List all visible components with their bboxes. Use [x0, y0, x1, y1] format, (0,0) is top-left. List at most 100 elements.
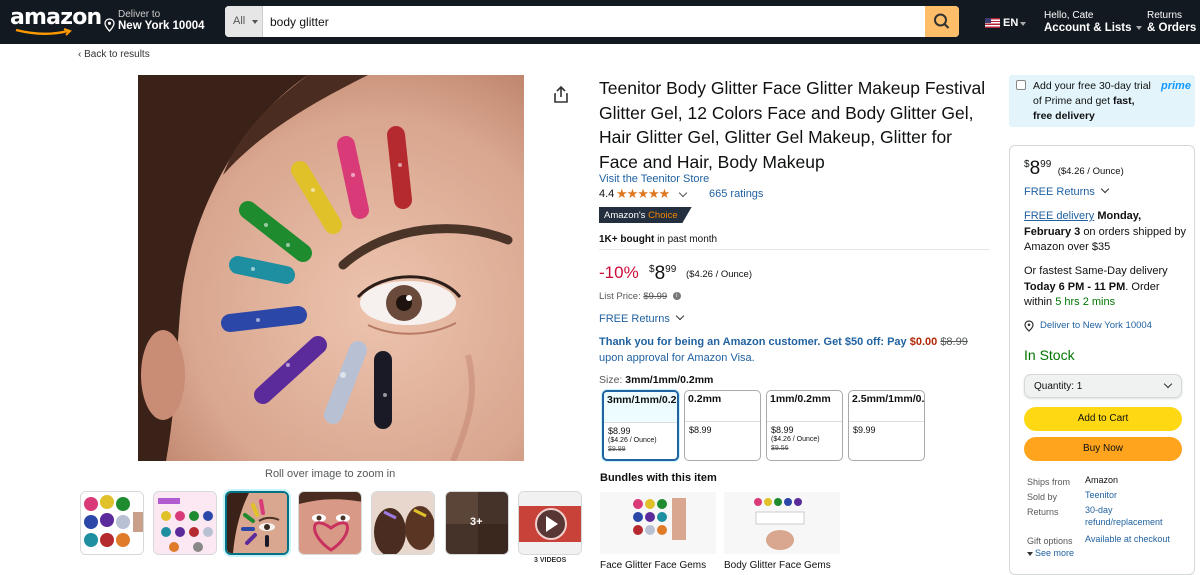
bundle-1-image	[600, 492, 716, 554]
fastest-delivery-label: Or fastest Same-Day delivery	[1024, 265, 1168, 277]
thumbnail-4[interactable]	[298, 491, 362, 555]
size-option-3mm-1mm-0-2mm[interactable]: 3mm/1mm/0.2mm $8.99 ($4.26 / Ounce) $9.9…	[602, 390, 679, 461]
gift-options-link[interactable]: Available at checkout	[1085, 533, 1185, 545]
returns-label: Returns	[1147, 10, 1183, 21]
us-flag-icon	[985, 18, 1000, 28]
account-lists-row: Account & Lists	[1044, 22, 1142, 34]
videos-count-label: 3 VIDEOS	[534, 557, 567, 564]
free-delivery-link[interactable]: FREE delivery	[1024, 210, 1094, 222]
bundle-card-1[interactable]	[600, 492, 716, 554]
bundle-1-caption[interactable]: Face Glitter Face Gems	[600, 560, 706, 571]
unit-price: ($4.26 / Ounce)	[686, 269, 753, 280]
size-option-1mm-0-2mm[interactable]: 1mm/0.2mm $8.99 ($4.26 / Ounce) $9.56	[766, 390, 843, 461]
caret-down-icon	[1020, 22, 1026, 26]
chevron-down-icon	[675, 311, 685, 321]
thumbnail-3-selected[interactable]	[225, 491, 289, 555]
size-option-price: $9.99	[853, 425, 876, 435]
search-input[interactable]	[263, 6, 923, 37]
search-category-dropdown[interactable]: All	[225, 6, 263, 37]
amazon-logo[interactable]: amazon	[10, 5, 102, 37]
top-nav-bar: amazon Deliver to New York 10004 All EN	[0, 0, 1200, 44]
bundle-card-2[interactable]	[724, 492, 840, 554]
sold-by-label: Sold by	[1027, 492, 1058, 502]
search-category-label: All	[233, 15, 246, 27]
promo-text-1: Thank you for being an Amazon customer. …	[599, 336, 907, 348]
prime-trial-checkbox[interactable]	[1016, 80, 1026, 90]
language-label: EN	[1003, 17, 1019, 29]
account-and-lists[interactable]: Hello, Cate Account & Lists	[1044, 10, 1142, 34]
size-label: Size: 3mm/1mm/0.2mm	[599, 374, 713, 386]
video-thumbnail[interactable]	[518, 491, 582, 555]
size-selected-value: 3mm/1mm/0.2mm	[625, 374, 714, 386]
order-countdown: 5 hrs 2 mins	[1055, 296, 1116, 308]
buybox-free-returns-label: FREE Returns	[1024, 186, 1095, 198]
info-icon[interactable]: i	[672, 292, 681, 301]
badge-choice: Choice	[648, 210, 678, 221]
thumbnail-2[interactable]	[153, 491, 217, 555]
share-icon[interactable]	[553, 86, 569, 104]
zoom-hint-text: Roll over image to zoom in	[265, 468, 396, 480]
buy-now-button[interactable]: Buy Now	[1024, 437, 1182, 461]
size-option-name: 3mm/1mm/0.2mm	[604, 392, 677, 423]
location-pin-icon	[104, 18, 115, 32]
search-button[interactable]	[925, 6, 959, 37]
buy-box: $899 ($4.26 / Ounce) FREE Returns FREE d…	[1009, 145, 1195, 575]
bought-in-past-month: 1K+ bought in past month	[599, 234, 717, 245]
quantity-dropdown[interactable]: Quantity: 1	[1024, 374, 1182, 398]
ratings-count-link[interactable]: 665 ratings	[709, 188, 763, 200]
size-option-strike: $9.56	[771, 445, 789, 452]
sold-by-link[interactable]: Teenitor	[1085, 489, 1185, 501]
fastest-delivery-info: Or fastest Same-Day delivery Today 6 PM …	[1024, 264, 1189, 311]
chevron-down-icon	[1100, 184, 1110, 194]
bundles-heading: Bundles with this item	[600, 472, 717, 484]
add-to-cart-button[interactable]: Add to Cart	[1024, 407, 1182, 431]
badge-prefix: Amazon's	[604, 210, 646, 221]
returns-and-orders[interactable]: Returns & Orders	[1147, 10, 1196, 34]
size-option-unit: ($4.26 / Ounce)	[608, 437, 657, 444]
thumbnail-5[interactable]	[371, 491, 435, 555]
search-icon	[934, 13, 950, 29]
amazon-logo-text: amazon	[10, 5, 102, 30]
ships-from-value: Amazon	[1085, 475, 1119, 485]
deliver-to-location-label: Deliver to New York 10004	[1040, 320, 1152, 331]
buybox-price-symbol: $	[1024, 159, 1030, 170]
size-option-2-5mm-1mm-0-1mm[interactable]: 2.5mm/1mm/0.1mm $9.99	[848, 390, 925, 461]
back-to-results-link[interactable]: ‹ Back to results	[78, 49, 150, 60]
more-images-count: 3+	[470, 516, 483, 528]
rating-chevron-icon[interactable]	[678, 188, 688, 198]
amazon-smile-icon	[15, 28, 72, 36]
prime-trial-text: Add your free 30-day trial of Prime and …	[1033, 79, 1151, 124]
glitter-palette-thumbnail	[154, 492, 216, 554]
quantity-label: Quantity: 1	[1034, 381, 1083, 392]
rating-value: 4.4	[599, 188, 615, 200]
back-to-results-label: Back to results	[84, 49, 150, 60]
thumbnail-6-more[interactable]: 3+	[445, 491, 509, 555]
returns-label: Returns	[1027, 507, 1059, 517]
star-rating-icon[interactable]: ★★★★★	[616, 186, 670, 202]
store-link[interactable]: Visit the Teenitor Store	[599, 173, 709, 185]
location-pin-icon	[1024, 320, 1034, 332]
visa-promo-link[interactable]: Thank you for being an Amazon customer. …	[599, 335, 994, 366]
video-preview-thumbnail	[519, 492, 581, 554]
size-option-name: 2.5mm/1mm/0.1mm	[849, 391, 924, 422]
deliver-to-location-text: New York 10004	[118, 20, 205, 32]
gift-options-label: Gift options	[1027, 536, 1073, 546]
prime-logo: prime	[1161, 80, 1191, 92]
size-option-strike: $9.99	[608, 446, 626, 453]
caret-down-icon	[1135, 25, 1142, 30]
list-price-label: List Price:	[599, 291, 641, 302]
product-title: Teenitor Body Glitter Face Glitter Makeu…	[599, 78, 986, 172]
see-more-link[interactable]: See more	[1027, 548, 1074, 558]
stock-status: In Stock	[1024, 347, 1075, 363]
returns-policy-link[interactable]: 30-day refund/replacement	[1085, 504, 1185, 528]
bundle-2-caption[interactable]: Body Glitter Face Gems	[724, 560, 831, 571]
bundle-2-image	[724, 492, 840, 554]
free-returns-label: FREE Returns	[599, 313, 670, 325]
main-product-image[interactable]	[138, 75, 524, 461]
free-returns-link[interactable]: FREE Returns	[599, 311, 685, 325]
thumbnail-1[interactable]	[80, 491, 144, 555]
size-option-0-2mm[interactable]: 0.2mm $8.99	[684, 390, 761, 461]
buybox-free-returns-link[interactable]: FREE Returns	[1024, 184, 1110, 198]
delivery-info: FREE delivery Monday, February 3 on orde…	[1024, 209, 1189, 256]
divider	[599, 249, 990, 250]
